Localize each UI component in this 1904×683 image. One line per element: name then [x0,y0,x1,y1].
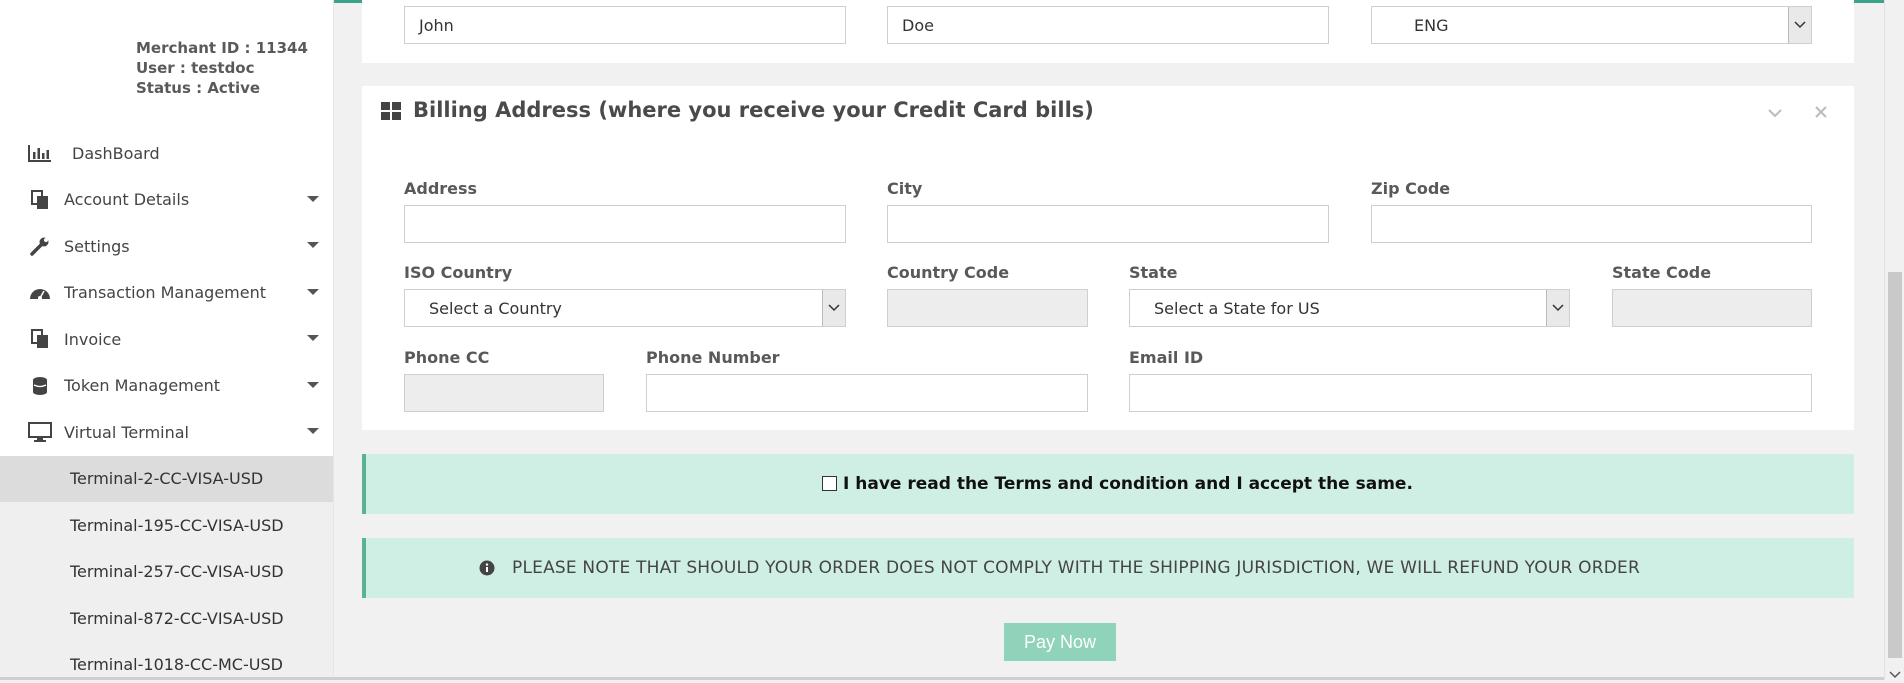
first-name-input[interactable]: John [404,6,846,44]
state-value: Select a State for US [1154,298,1320,318]
documents-icon [26,328,54,350]
address-input[interactable] [404,205,846,243]
sidebar: Merchant ID : 11344 User : testdoc Statu… [0,0,334,680]
sidebar-item-settings[interactable]: Settings [0,223,333,270]
sidebar-item-label: Account Details [64,190,190,210]
state-code-input [1612,289,1812,327]
sidebar-item-label: Settings [64,236,130,256]
sidebar-item-label: DashBoard [72,143,160,163]
state-code-label: State Code [1612,263,1712,282]
country-code-input [887,289,1088,327]
language-value: ENG [1414,15,1449,35]
wrench-icon [26,235,54,257]
sidebar-item-label: Transaction Management [64,283,267,303]
virtual-terminal-submenu: Terminal-2-CC-VISA-USD Terminal-195-CC-V… [0,455,333,680]
caret-down-icon [307,381,319,388]
email-id-input[interactable] [1129,374,1812,412]
caret-down-icon [307,242,319,248]
iso-country-select[interactable]: Select a Country [404,289,846,327]
sidebar-item-label: Invoice [64,329,122,349]
merchant-status: Status : Active [136,79,261,97]
gauge-icon [26,282,54,304]
terminal-item[interactable]: Terminal-2-CC-VISA-USD [0,455,333,502]
caret-down-icon [307,288,319,295]
terminal-item[interactable]: Terminal-195-CC-VISA-USD [0,502,333,549]
chevron-down-icon[interactable] [1788,7,1811,43]
chevron-down-icon[interactable] [822,290,845,326]
state-label: State [1129,263,1178,282]
sidebar-item-label: Virtual Terminal [64,422,189,442]
caret-down-icon [307,428,319,434]
vertical-scrollbar[interactable] [1884,0,1904,680]
sidebar-item-token-management[interactable]: Token Management [0,363,333,410]
phone-number-label: Phone Number [646,348,780,367]
collapse-chevron-icon[interactable] [1768,103,1782,122]
scroll-down-icon[interactable] [1889,664,1901,683]
scrollbar-thumb[interactable] [1888,272,1902,658]
state-select[interactable]: Select a State for US [1129,289,1570,327]
caret-down-icon [307,335,319,341]
terminal-item[interactable]: Terminal-872-CC-VISA-USD [0,595,333,642]
shipping-notice-text: PLEASE NOTE THAT SHOULD YOUR ORDER DOES … [512,558,1640,578]
billing-panel-title: Billing Address (where you receive your … [413,98,1094,122]
country-code-label: Country Code [887,263,1010,282]
merchant-user: User : testdoc [136,59,255,77]
city-label: City [887,179,923,198]
sidebar-item-label: Token Management [64,376,221,396]
pay-now-button[interactable]: Pay Now [1004,623,1116,661]
city-input[interactable] [887,205,1329,243]
documents-icon [26,189,54,211]
sidebar-item-virtual-terminal[interactable]: Virtual Terminal [0,409,333,456]
sidebar-item-transaction-management[interactable]: Transaction Management [0,270,333,317]
close-icon[interactable] [1815,103,1827,122]
zip-code-label: Zip Code [1371,179,1451,198]
terminal-item[interactable]: Terminal-257-CC-VISA-USD [0,548,333,595]
bar-chart-icon [26,142,54,164]
email-id-label: Email ID [1129,348,1204,367]
iso-country-label: ISO Country [404,263,513,282]
merchant-info: Merchant ID : 11344 User : testdoc Statu… [136,38,308,98]
terms-label[interactable]: I have read the Terms and condition and … [843,474,1413,494]
caret-down-icon [307,195,319,202]
terminal-item[interactable]: Terminal-1018-CC-MC-USD [0,641,333,680]
sidebar-item-invoice[interactable]: Invoice [0,316,333,363]
database-icon [26,375,54,397]
chevron-down-icon[interactable] [1546,290,1569,326]
language-select[interactable]: ENG [1371,6,1812,44]
grid-icon [381,102,401,124]
last-name-input[interactable]: Doe [887,6,1329,44]
address-label: Address [404,179,478,198]
sidebar-item-account-details[interactable]: Account Details [0,177,333,224]
phone-number-input[interactable] [646,374,1088,412]
sidebar-menu: DashBoard Account Details Settings Trans… [0,130,333,680]
iso-country-value: Select a Country [429,298,562,318]
sidebar-item-dashboard[interactable]: DashBoard [0,130,333,177]
phone-cc-input [404,374,604,412]
phone-cc-label: Phone CC [404,348,490,367]
merchant-id: Merchant ID : 11344 [136,39,308,57]
info-icon [479,560,495,580]
terms-checkbox[interactable] [822,476,837,491]
monitor-icon [26,421,54,443]
zip-code-input[interactable] [1371,205,1812,243]
